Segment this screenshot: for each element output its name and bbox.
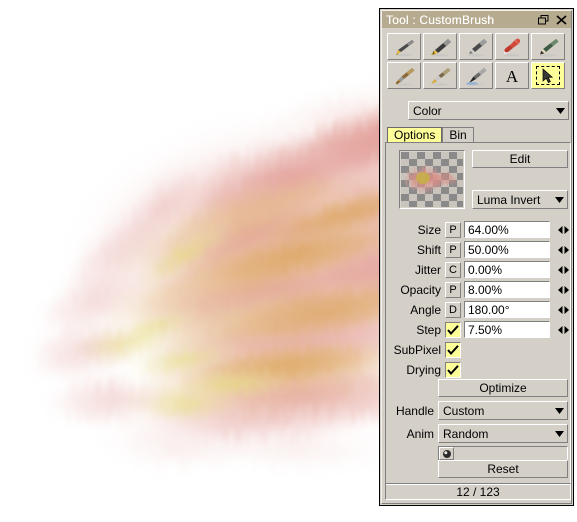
param-mode-jitter[interactable]: C — [445, 261, 461, 278]
reset-button[interactable]: Reset — [438, 460, 568, 478]
param-spinner-shift[interactable] — [555, 245, 571, 254]
tool-bristle-brush[interactable] — [387, 62, 421, 89]
param-label-jitter: Jitter — [414, 262, 441, 277]
color-select[interactable]: Color — [408, 101, 569, 120]
brush-dab-icon[interactable] — [439, 447, 454, 460]
tool-window: Tool : CustomBrush A Color Options Bin E… — [379, 8, 574, 506]
edit-button[interactable]: Edit — [472, 150, 568, 168]
param-mode-size[interactable]: P — [445, 221, 461, 238]
blend-mode-select[interactable]: Luma Invert — [472, 190, 568, 209]
tool-row-2: A — [387, 62, 569, 89]
tool-row-1 — [387, 33, 569, 60]
param-spinner-size[interactable] — [555, 225, 571, 234]
param-value-size[interactable]: 64.00% — [464, 221, 550, 238]
panel-tabs: Options Bin — [387, 124, 569, 143]
app-root: Tool : CustomBrush A Color Options Bin E… — [0, 0, 577, 522]
tool-technical-pen[interactable] — [459, 33, 493, 60]
check-icon — [447, 324, 459, 335]
optimize-button[interactable]: Optimize — [438, 379, 568, 397]
param-label-step: Step — [416, 322, 441, 337]
handle-value: Custom — [443, 403, 485, 418]
param-row-step: Step 7.50% — [386, 320, 572, 339]
toggle-row-drying: Drying — [386, 360, 572, 379]
blend-mode-value: Luma Invert — [477, 192, 541, 207]
param-label-angle: Angle — [410, 302, 441, 317]
param-label-shift: Shift — [416, 242, 441, 257]
param-spinner-opacity[interactable] — [555, 285, 571, 294]
brush-preview-image — [401, 152, 463, 207]
param-value-opacity[interactable]: 8.00% — [464, 281, 550, 298]
param-spinner-angle[interactable] — [555, 305, 571, 314]
param-spinner-jitter[interactable] — [555, 265, 571, 274]
check-icon — [447, 364, 459, 375]
tool-fountain-pen[interactable] — [423, 33, 457, 60]
param-mode-opacity[interactable]: P — [445, 281, 461, 298]
restore-icon[interactable] — [535, 12, 551, 27]
param-checkbox-step[interactable] — [445, 321, 461, 338]
chevron-down-icon — [552, 107, 568, 114]
toggle-row-subpixel: SubPixel — [386, 340, 572, 359]
param-value-angle[interactable]: 180.00° — [464, 301, 550, 318]
status-bar: 12 / 123 — [385, 483, 571, 500]
toggle-label-subpixel: SubPixel — [393, 342, 441, 357]
param-row-jitter: Jitter C 0.00% — [386, 260, 572, 279]
tool-paintbrush[interactable] — [495, 33, 529, 60]
chevron-down-icon — [551, 407, 567, 414]
anim-value: Random — [443, 426, 489, 441]
svg-text:A: A — [506, 67, 519, 86]
toggle-checkbox-drying[interactable] — [445, 361, 461, 378]
tool-text[interactable]: A — [495, 62, 529, 89]
tool-button-grid: A — [387, 33, 569, 91]
tool-flat-brush[interactable] — [423, 62, 457, 89]
param-mode-angle[interactable]: D — [445, 301, 461, 318]
window-titlebar[interactable]: Tool : CustomBrush — [382, 11, 571, 28]
param-value-jitter[interactable]: 0.00% — [464, 261, 550, 278]
check-icon — [447, 344, 459, 355]
handle-select[interactable]: Custom — [438, 401, 568, 420]
toggle-label-drying: Drying — [406, 362, 441, 377]
anim-select[interactable]: Random — [438, 424, 568, 443]
tool-select-cursor[interactable] — [531, 62, 565, 89]
tool-pen-nib[interactable] — [387, 33, 421, 60]
tab-bin[interactable]: Bin — [442, 127, 474, 143]
param-spinner-step[interactable] — [555, 325, 571, 334]
color-select-value: Color — [413, 103, 442, 118]
param-row-angle: Angle D 180.00° — [386, 300, 572, 319]
param-label-opacity: Opacity — [400, 282, 441, 297]
tool-pencil[interactable] — [531, 33, 565, 60]
param-label-size: Size — [417, 222, 441, 237]
param-row-shift: Shift P 50.00% — [386, 240, 572, 259]
brush-preview[interactable] — [399, 150, 465, 209]
toggle-checkbox-subpixel[interactable] — [445, 341, 461, 358]
param-row-opacity: Opacity P 8.00% — [386, 280, 572, 299]
close-icon[interactable] — [553, 12, 569, 27]
param-value-step[interactable]: 7.50% — [464, 321, 550, 338]
options-panel: Edit Luma Invert Size P 64.00% Shift P 5… — [385, 142, 571, 485]
tool-ink-brush[interactable] — [459, 62, 493, 89]
anim-label: Anim — [406, 427, 434, 441]
window-title: Tool : CustomBrush — [386, 12, 495, 27]
tab-options[interactable]: Options — [387, 127, 443, 143]
chevron-down-icon — [551, 196, 567, 203]
param-value-shift[interactable]: 50.00% — [464, 241, 550, 258]
param-row-size: Size P 64.00% — [386, 220, 572, 239]
chevron-down-icon — [551, 430, 567, 437]
anim-preview-strip[interactable] — [438, 446, 568, 461]
param-mode-shift[interactable]: P — [445, 241, 461, 258]
handle-label: Handle — [395, 404, 434, 418]
